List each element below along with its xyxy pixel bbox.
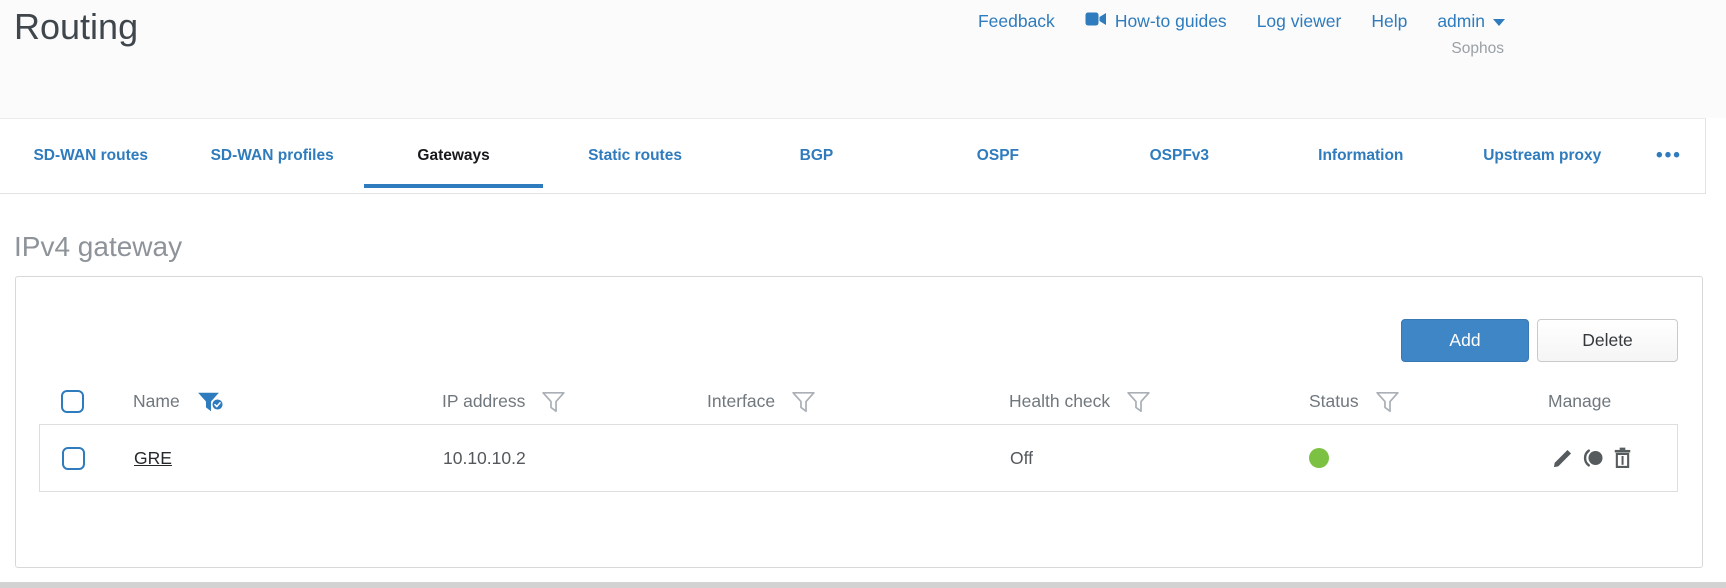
name-filter-active-icon[interactable] bbox=[197, 391, 224, 413]
ip-address-filter-icon[interactable] bbox=[542, 391, 566, 413]
gateways-table: Name IP address Interface Health check S… bbox=[39, 379, 1678, 492]
page-header: Routing Feedback How-to guides Log viewe… bbox=[0, 0, 1726, 118]
tabs-overflow-button[interactable]: ••• bbox=[1633, 119, 1705, 193]
gateway-name-link[interactable]: GRE bbox=[134, 448, 172, 468]
bottom-divider bbox=[0, 582, 1726, 588]
filter-check-badge bbox=[210, 395, 224, 416]
gateway-health-check: Off bbox=[1010, 447, 1034, 468]
deactivate-toggle-icon[interactable] bbox=[1581, 448, 1605, 468]
column-header-manage: Manage bbox=[1548, 391, 1612, 411]
tab-upstream-proxy[interactable]: Upstream proxy bbox=[1452, 119, 1633, 193]
table-toolbar: Add Delete bbox=[16, 277, 1702, 362]
tab-static-routes[interactable]: Static routes bbox=[544, 119, 725, 193]
tab-gateways[interactable]: Gateways bbox=[363, 119, 544, 193]
ipv4-gateway-panel: Add Delete Name IP address Interface Hea… bbox=[15, 276, 1703, 568]
tab-sdwan-profiles[interactable]: SD-WAN profiles bbox=[181, 119, 362, 193]
edit-pencil-icon[interactable] bbox=[1552, 447, 1574, 469]
video-camera-icon bbox=[1085, 11, 1107, 32]
column-header-ip-address: IP address bbox=[442, 391, 526, 411]
column-header-health-check: Health check bbox=[1009, 391, 1111, 411]
admin-menu[interactable]: admin bbox=[1437, 11, 1505, 32]
column-header-interface: Interface bbox=[707, 391, 776, 411]
brand-label: Sophos bbox=[1451, 40, 1504, 57]
chevron-down-icon bbox=[1493, 19, 1505, 26]
select-all-checkbox[interactable] bbox=[61, 390, 84, 413]
log-viewer-link[interactable]: Log viewer bbox=[1257, 11, 1342, 32]
gateway-ip-address: 10.10.10.2 bbox=[443, 447, 526, 468]
gateway-table-row: GRE 10.10.10.2 Off bbox=[39, 424, 1678, 492]
interface-filter-icon[interactable] bbox=[792, 391, 815, 413]
section-heading: IPv4 gateway bbox=[14, 231, 183, 262]
column-header-name: Name bbox=[133, 391, 180, 411]
delete-trash-icon[interactable] bbox=[1612, 447, 1633, 469]
tab-bgp[interactable]: BGP bbox=[726, 119, 907, 193]
health-check-filter-icon[interactable] bbox=[1127, 391, 1150, 413]
top-navigation: Feedback How-to guides Log viewer Help a… bbox=[978, 4, 1505, 118]
table-header-row: Name IP address Interface Health check S… bbox=[39, 379, 1678, 424]
delete-button[interactable]: Delete bbox=[1537, 319, 1678, 362]
page-title: Routing bbox=[14, 6, 139, 47]
tab-ospfv3[interactable]: OSPFv3 bbox=[1089, 119, 1270, 193]
howto-guides-link[interactable]: How-to guides bbox=[1085, 11, 1227, 32]
tab-ospf[interactable]: OSPF bbox=[907, 119, 1088, 193]
tab-sdwan-routes[interactable]: SD-WAN routes bbox=[0, 119, 181, 193]
status-filter-icon[interactable] bbox=[1375, 391, 1399, 413]
row-checkbox[interactable] bbox=[62, 446, 85, 470]
status-dot bbox=[1309, 448, 1329, 468]
column-header-status: Status bbox=[1309, 391, 1359, 411]
tab-information[interactable]: Information bbox=[1270, 119, 1451, 193]
help-link[interactable]: Help bbox=[1371, 11, 1407, 32]
routing-tabbar: SD-WAN routes SD-WAN profiles Gateways S… bbox=[0, 118, 1706, 194]
manage-actions bbox=[1549, 447, 1677, 469]
feedback-link[interactable]: Feedback bbox=[978, 11, 1055, 32]
add-button[interactable]: Add bbox=[1401, 319, 1529, 362]
